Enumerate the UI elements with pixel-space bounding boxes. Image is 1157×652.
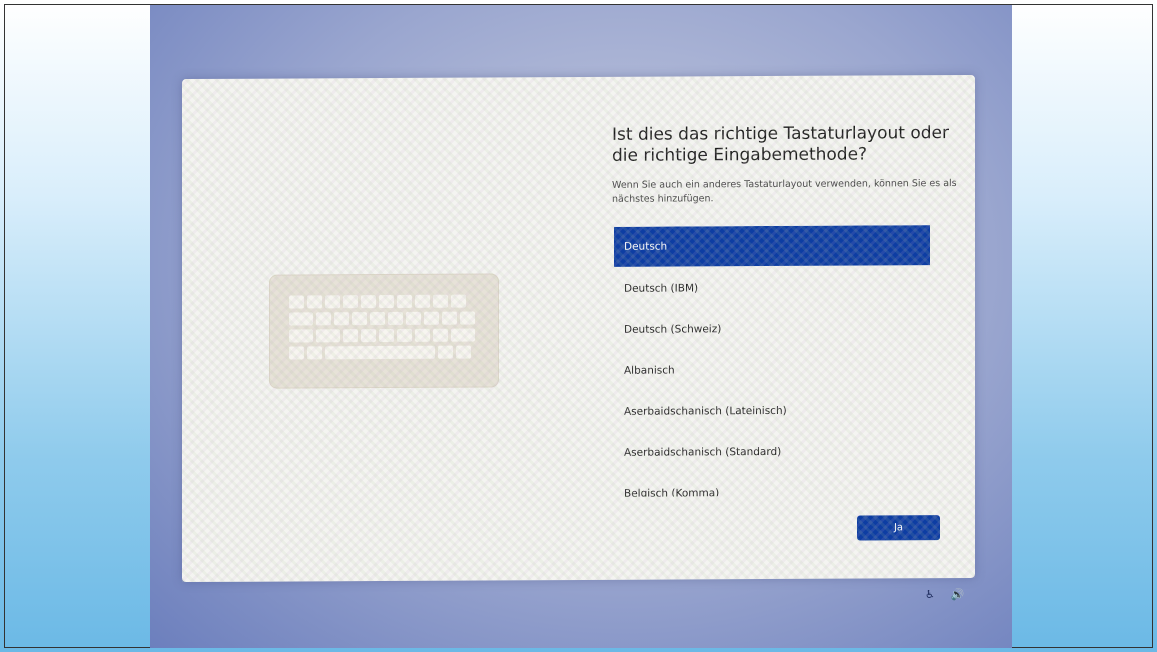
- layout-item-aserbaidschanisch-standard[interactable]: Aserbaidschanisch (Standard): [614, 430, 930, 473]
- dialog-subtitle: Wenn Sie auch ein anderes Tastaturlayout…: [612, 178, 957, 205]
- keyboard-illustration: [269, 273, 499, 389]
- layout-item-belgisch-komma[interactable]: Belgisch (Komma): [614, 471, 930, 497]
- ja-button[interactable]: Ja: [857, 515, 940, 541]
- accessibility-icon[interactable]: ♿: [925, 588, 935, 601]
- dialog-title: Ist dies das richtige Tastaturlayout ode…: [612, 123, 949, 166]
- layout-item-albanisch[interactable]: Albanisch: [614, 348, 930, 391]
- setup-screen: Ist dies das richtige Tastaturlayout ode…: [182, 74, 975, 583]
- layout-item-deutsch[interactable]: Deutsch: [614, 225, 930, 267]
- layout-item-deutsch-ibm[interactable]: Deutsch (IBM): [614, 266, 930, 309]
- keyboard-layout-list[interactable]: Deutsch Deutsch (IBM) Deutsch (Schweiz) …: [614, 225, 930, 497]
- photo-of-monitor: Ist dies das richtige Tastaturlayout ode…: [150, 5, 1012, 648]
- system-tray: ♿ 🔊: [925, 588, 965, 601]
- layout-item-aserbaidschanisch-lateinisch[interactable]: Aserbaidschanisch (Lateinisch): [614, 389, 930, 432]
- volume-icon[interactable]: 🔊: [951, 588, 965, 601]
- layout-item-deutsch-schweiz[interactable]: Deutsch (Schweiz): [614, 307, 930, 350]
